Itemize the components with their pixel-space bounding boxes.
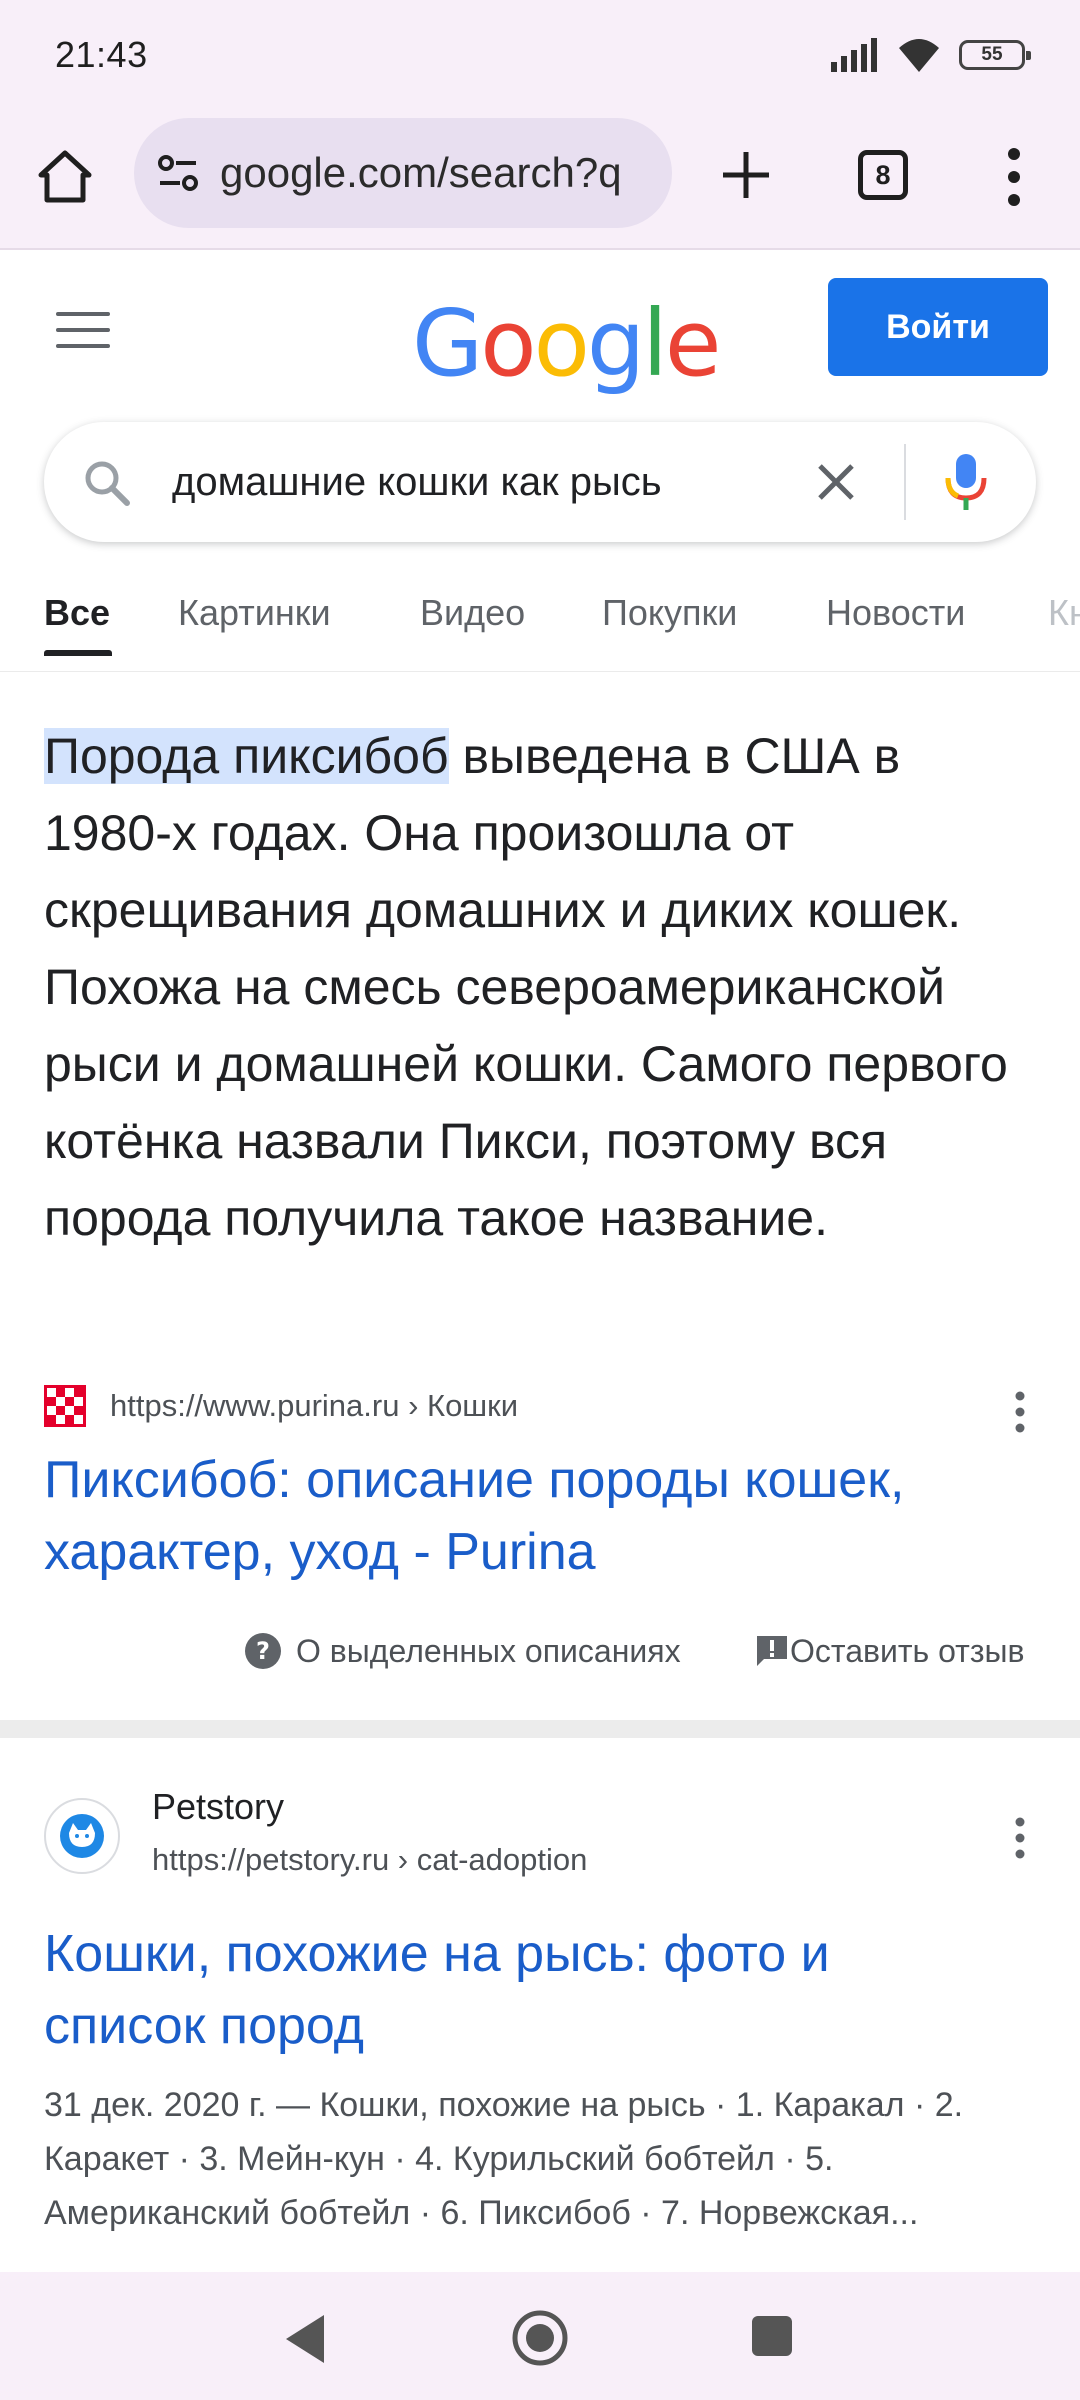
tab-images[interactable]: Картинки — [178, 592, 331, 634]
signal-icon — [831, 38, 877, 72]
active-tab-indicator — [44, 650, 112, 656]
address-bar[interactable]: google.com/search?q — [134, 118, 672, 228]
url-text: google.com/search?q — [220, 149, 622, 196]
tab-books[interactable]: Кн — [1048, 592, 1080, 634]
snippet-title-line2: характер, уход - Purina — [44, 1523, 596, 1581]
tabs-icon[interactable]: 8 — [858, 150, 908, 200]
tab-news[interactable]: Новости — [826, 592, 965, 634]
tab-video[interactable]: Видео — [420, 592, 525, 634]
tab-count: 8 — [875, 159, 891, 190]
result-title-link[interactable]: Кошки, похожие на рысь: фото и список по… — [44, 1918, 830, 2062]
svg-text:?: ? — [256, 1637, 270, 1665]
snippet-body: выведена в США в 1980-х годах. Она произ… — [44, 728, 1008, 1246]
result-title-line2: список пород — [44, 1997, 365, 2055]
site-settings-icon[interactable] — [154, 149, 202, 197]
snippet-title-link[interactable]: Пиксибоб: описание породы кошек, характе… — [44, 1444, 904, 1588]
result-site-name[interactable]: Petstory — [152, 1786, 284, 1828]
battery-icon: 55 — [959, 40, 1031, 70]
tab-all[interactable]: Все — [44, 592, 110, 634]
back-icon[interactable] — [280, 2312, 328, 2366]
featured-snippet: Порода пиксибоб выведена в США в 1980-х … — [44, 718, 1034, 1257]
search-divider — [904, 444, 906, 520]
about-snippets-link[interactable]: ? О выделенных описаниях — [244, 1626, 681, 1676]
more-options-icon[interactable] — [1014, 1816, 1026, 1860]
snippet-highlight: Порода пиксибоб — [44, 728, 449, 784]
petstory-favicon-icon — [44, 1798, 120, 1874]
feedback-icon — [757, 1636, 787, 1666]
result-url[interactable]: https://petstory.ru › cat-adoption — [152, 1842, 587, 1878]
feedback-label: Оставить отзыв — [790, 1632, 1025, 1669]
search-tabs: Все Картинки Видео Покупки Новости Кн — [0, 572, 1080, 672]
status-time: 21:43 — [55, 34, 148, 75]
google-header: Google Войти — [0, 252, 1080, 412]
google-logo[interactable]: Google — [412, 290, 721, 397]
close-icon[interactable] — [812, 458, 860, 506]
mic-icon[interactable] — [944, 452, 988, 512]
hamburger-menu-icon[interactable] — [56, 312, 110, 352]
signin-button[interactable]: Войти — [828, 278, 1048, 376]
browser-toolbar: google.com/search?q 8 — [0, 110, 1080, 250]
help-icon: ? — [245, 1633, 281, 1669]
snippet-text: Порода пиксибоб выведена в США в 1980-х … — [44, 718, 1034, 1257]
more-options-icon[interactable] — [1014, 1390, 1026, 1434]
status-bar: 21:43 55 — [0, 0, 1080, 110]
purina-favicon-icon — [44, 1385, 86, 1427]
status-icons: 55 — [829, 36, 1031, 74]
snippet-title-line1: Пиксибоб: описание породы кошек, — [44, 1451, 905, 1509]
snippet-source-url: https://www.purina.ru › Кошки — [110, 1388, 519, 1423]
search-icon — [85, 461, 130, 506]
about-snippets-label: О выделенных описаниях — [296, 1632, 681, 1669]
snippet-source[interactable]: https://www.purina.ru › Кошки — [44, 1380, 1034, 1432]
wifi-icon — [899, 39, 939, 72]
section-divider — [0, 1720, 1080, 1738]
result-description: 31 дек. 2020 г. — Кошки, похожие на рысь… — [44, 2086, 964, 2232]
search-box[interactable] — [44, 422, 1036, 542]
result-title-line1: Кошки, похожие на рысь: фото и — [44, 1925, 830, 1983]
plus-icon[interactable] — [715, 144, 777, 206]
home-circle-icon[interactable] — [510, 2308, 570, 2368]
tab-shopping[interactable]: Покупки — [602, 592, 737, 634]
system-nav-bar — [0, 2272, 1080, 2400]
battery-level: 55 — [981, 44, 1003, 65]
feedback-link[interactable]: Оставить отзыв — [754, 1626, 1025, 1676]
home-icon[interactable] — [36, 148, 94, 206]
recents-icon[interactable] — [752, 2316, 792, 2356]
overflow-menu-icon[interactable] — [996, 146, 1032, 208]
search-input[interactable] — [172, 452, 782, 512]
